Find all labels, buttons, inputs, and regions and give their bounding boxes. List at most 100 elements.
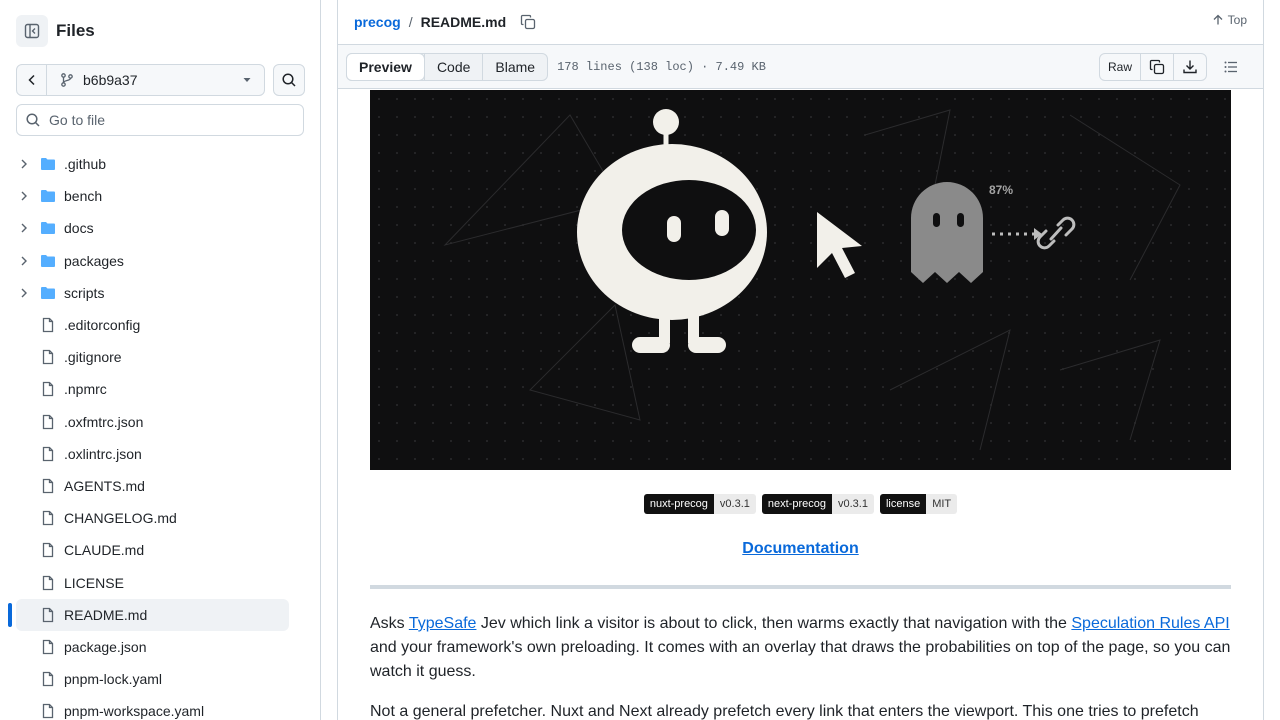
file-icon [40, 703, 56, 719]
readme-paragraph-intro: Asks TypeSafe Jev which link a visitor i… [370, 612, 1231, 684]
badge-label: nuxt-precog [643, 494, 714, 514]
download-button[interactable] [1173, 54, 1206, 80]
readme-paragraph-scope: Not a general prefetcher. Nuxt and Next … [370, 703, 1199, 720]
go-to-file-input[interactable] [49, 112, 289, 128]
collapse-sidebar-button[interactable] [16, 15, 48, 47]
folder-icon [40, 220, 56, 236]
list-outline-icon [1224, 61, 1237, 73]
search-files-button[interactable] [273, 64, 305, 96]
badge-value: v0.3.1 [831, 494, 874, 514]
badge-label: license [879, 494, 927, 514]
tree-item-label: .github [64, 156, 107, 173]
tree-folder-item[interactable]: packages [16, 245, 289, 277]
branch-row: b6b9a37 [16, 64, 305, 96]
download-icon [1183, 60, 1197, 74]
badge-value: v0.3.1 [713, 494, 756, 514]
breadcrumb-file: README.md [420, 14, 507, 30]
tree-item-label: LICENSE [64, 574, 124, 591]
ghost-icon [911, 182, 983, 283]
caret-down-icon [243, 78, 251, 82]
file-icon [40, 542, 56, 558]
chevron-right-icon [16, 255, 32, 267]
tree-folder-item[interactable]: .github [16, 148, 289, 180]
file-icon [40, 414, 56, 430]
view-mode-tabs: Preview Code Blame [346, 52, 549, 81]
tree-item-label: scripts [64, 284, 105, 301]
file-header: precog / README.md Top [338, 0, 1263, 45]
tree-item-label: README.md [64, 606, 148, 623]
tree-file-item[interactable]: package.json [16, 631, 289, 663]
badge-next-precog[interactable]: next-precog v0.3.1 [761, 494, 874, 514]
tree-file-item[interactable]: AGENTS.md [16, 470, 289, 502]
raw-button[interactable]: Raw [1100, 54, 1140, 80]
horizontal-rule [370, 585, 1231, 589]
tree-item-label: CLAUDE.md [64, 542, 145, 559]
chevron-left-icon [27, 74, 35, 86]
tree-item-label: bench [64, 188, 103, 205]
file-icon [40, 575, 56, 591]
scroll-top-button[interactable]: Top [1212, 13, 1247, 27]
copy-raw-button[interactable] [1140, 54, 1173, 80]
tree-item-label: AGENTS.md [64, 477, 145, 494]
badge-label: next-precog [761, 494, 832, 514]
tree-file-item[interactable]: LICENSE [16, 566, 289, 598]
file-icon [40, 381, 56, 397]
search-icon [282, 73, 296, 87]
tab-preview[interactable]: Preview [346, 52, 425, 81]
badge-value: MIT [926, 494, 958, 514]
file-action-group: Raw [1098, 53, 1207, 81]
tree-file-item[interactable]: pnpm-lock.yaml [16, 663, 289, 695]
tree-item-label: pnpm-lock.yaml [64, 671, 163, 688]
readme-hero-image: 87% [370, 90, 1231, 470]
tab-blame[interactable]: Blame [482, 53, 547, 80]
file-toolbar: Preview Code Blame 178 lines (138 loc) ·… [338, 45, 1263, 89]
tree-file-item[interactable]: CHANGELOG.md [16, 502, 289, 534]
file-icon [40, 639, 56, 655]
badge-license[interactable]: license MIT [879, 494, 958, 514]
tree-item-label: .gitignore [64, 349, 122, 366]
tree-file-item[interactable]: README.md [8, 598, 289, 631]
tree-folder-item[interactable]: bench [16, 180, 289, 212]
tree-item-label: .npmrc [64, 381, 107, 398]
speculation-rules-api-link[interactable]: Speculation Rules API [1071, 615, 1229, 632]
branch-picker-button[interactable]: b6b9a37 [47, 72, 264, 88]
outline-button[interactable] [1215, 53, 1247, 81]
arrow-up-icon [1213, 14, 1223, 25]
tree-folder-item[interactable]: scripts [16, 277, 289, 309]
tree-item-label: CHANGELOG.md [64, 510, 177, 527]
copy-path-button[interactable] [520, 14, 536, 30]
breadcrumb-repo-link[interactable]: precog [354, 14, 401, 30]
p1-text-2: Jev which link a visitor is about to cli… [476, 615, 1072, 632]
copy-icon [1149, 59, 1165, 75]
sidebar-collapse-icon [24, 23, 40, 39]
tree-file-item[interactable]: .editorconfig [16, 309, 289, 341]
branch-selector: b6b9a37 [16, 64, 265, 96]
file-icon [40, 446, 56, 462]
tree-file-item[interactable]: CLAUDE.md [16, 534, 289, 566]
badge-nuxt-precog[interactable]: nuxt-precog v0.3.1 [643, 494, 756, 514]
p1-text-3: and your framework's own preloading. It … [370, 639, 1231, 680]
file-tree-sidebar: Files b6b9a37 Go to file .github bench d… [0, 0, 321, 720]
tree-file-item[interactable]: .npmrc [16, 373, 289, 405]
scroll-top-label: Top [1227, 13, 1247, 27]
typesafe-link[interactable]: TypeSafe [409, 615, 477, 632]
documentation-link[interactable]: Documentation [742, 540, 858, 557]
tree-file-item[interactable]: .oxfmtrc.json [16, 406, 289, 438]
hero-percent-label: 87% [989, 183, 1013, 197]
tree-file-item[interactable]: .oxlintrc.json [16, 438, 289, 470]
chevron-right-icon [16, 222, 32, 234]
tree-item-label: packages [64, 252, 124, 269]
branch-name: b6b9a37 [83, 72, 138, 88]
file-icon [40, 510, 56, 526]
tree-folder-item[interactable]: docs [16, 212, 289, 244]
back-button[interactable] [17, 65, 47, 95]
app: Files b6b9a37 Go to file .github bench d… [0, 0, 1280, 720]
hero-illustration: 87% [370, 90, 1231, 470]
chevron-right-icon [16, 158, 32, 170]
search-icon [26, 113, 40, 127]
tree-item-label: .editorconfig [64, 317, 141, 334]
go-to-file-field[interactable] [16, 104, 304, 136]
tree-file-item[interactable]: .gitignore [16, 341, 289, 373]
tree-file-item[interactable]: pnpm-workspace.yaml [16, 695, 289, 720]
tab-code[interactable]: Code [423, 53, 482, 80]
